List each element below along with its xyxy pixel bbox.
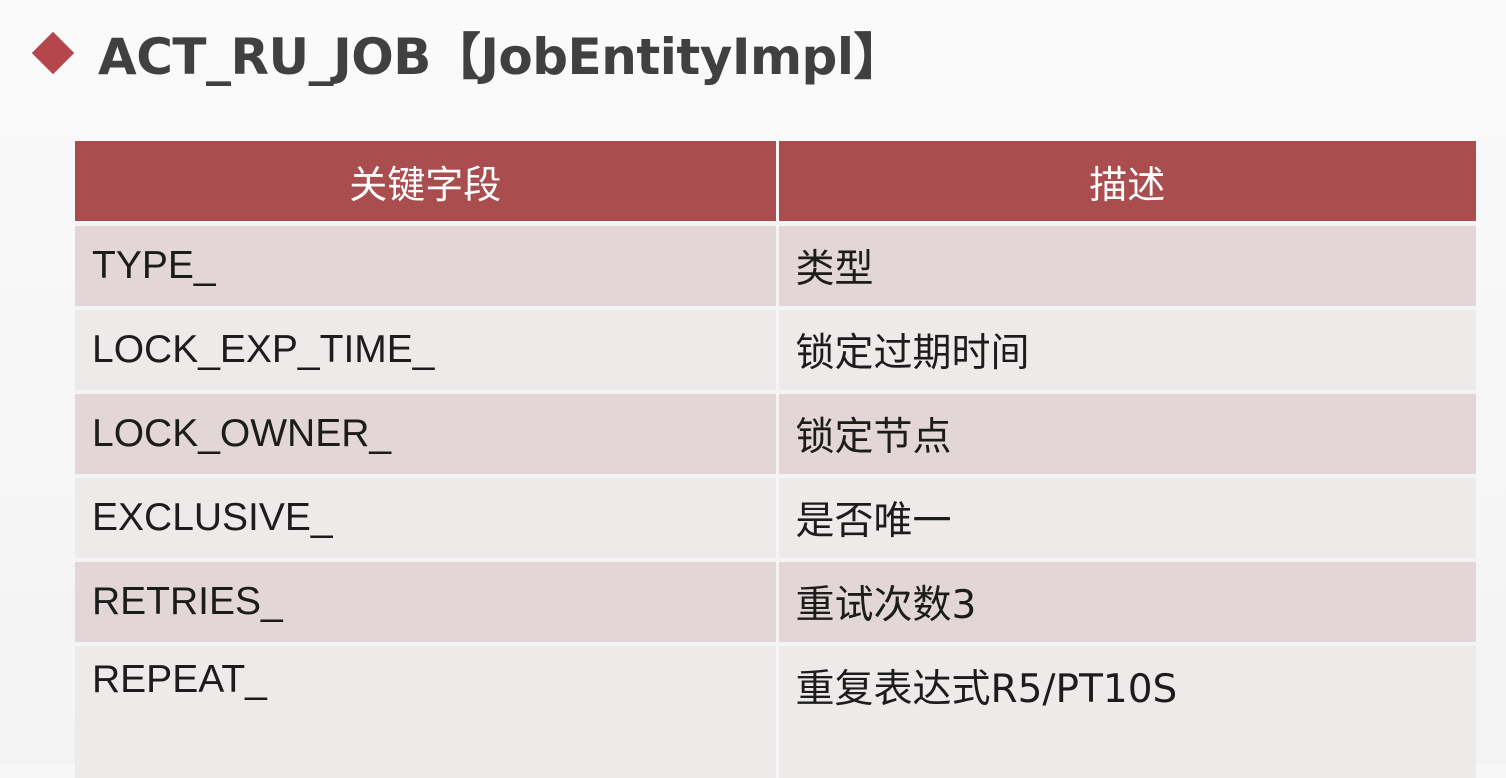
field-name-cell: EXCLUSIVE_ <box>75 476 779 562</box>
table-row: LOCK_EXP_TIME_ 锁定过期时间 <box>75 308 1476 394</box>
table-row: RETRIES_ 重试次数3 <box>75 560 1476 646</box>
field-desc-cell: 是否唯一 <box>777 476 1476 562</box>
table-row: REPEAT_ 重复表达式R5/PT10S <box>75 644 1476 778</box>
slide-title: ACT_RU_JOB【JobEntityImpl】 <box>98 28 903 86</box>
header-description: 描述 <box>777 141 1476 226</box>
table-row: TYPE_ 类型 <box>75 223 1476 310</box>
field-name-cell: LOCK_EXP_TIME_ <box>75 308 779 394</box>
table-header-row: 关键字段 描述 <box>75 141 1476 226</box>
field-desc-cell: 重试次数3 <box>777 560 1476 646</box>
table-row: LOCK_OWNER_ 锁定节点 <box>75 392 1476 478</box>
field-desc-cell: 锁定节点 <box>777 392 1476 478</box>
field-desc-cell: 重复表达式R5/PT10S <box>777 644 1476 778</box>
fields-table: 关键字段 描述 TYPE_ 类型 LOCK_EXP_TIME_ 锁定过期时间 L… <box>75 141 1476 778</box>
field-name-cell: REPEAT_ <box>75 644 779 778</box>
header-key-field: 关键字段 <box>75 141 779 226</box>
field-name-cell: RETRIES_ <box>75 560 779 646</box>
diamond-bullet-icon <box>31 31 75 75</box>
field-desc-cell: 锁定过期时间 <box>777 308 1476 394</box>
slide-title-row: ACT_RU_JOB【JobEntityImpl】 <box>30 18 903 88</box>
field-name-cell: LOCK_OWNER_ <box>75 392 779 478</box>
table-row: EXCLUSIVE_ 是否唯一 <box>75 476 1476 562</box>
slide: ACT_RU_JOB【JobEntityImpl】 关键字段 描述 TYPE_ … <box>0 0 1506 778</box>
field-desc-cell: 类型 <box>777 223 1476 310</box>
field-name-cell: TYPE_ <box>75 223 779 310</box>
